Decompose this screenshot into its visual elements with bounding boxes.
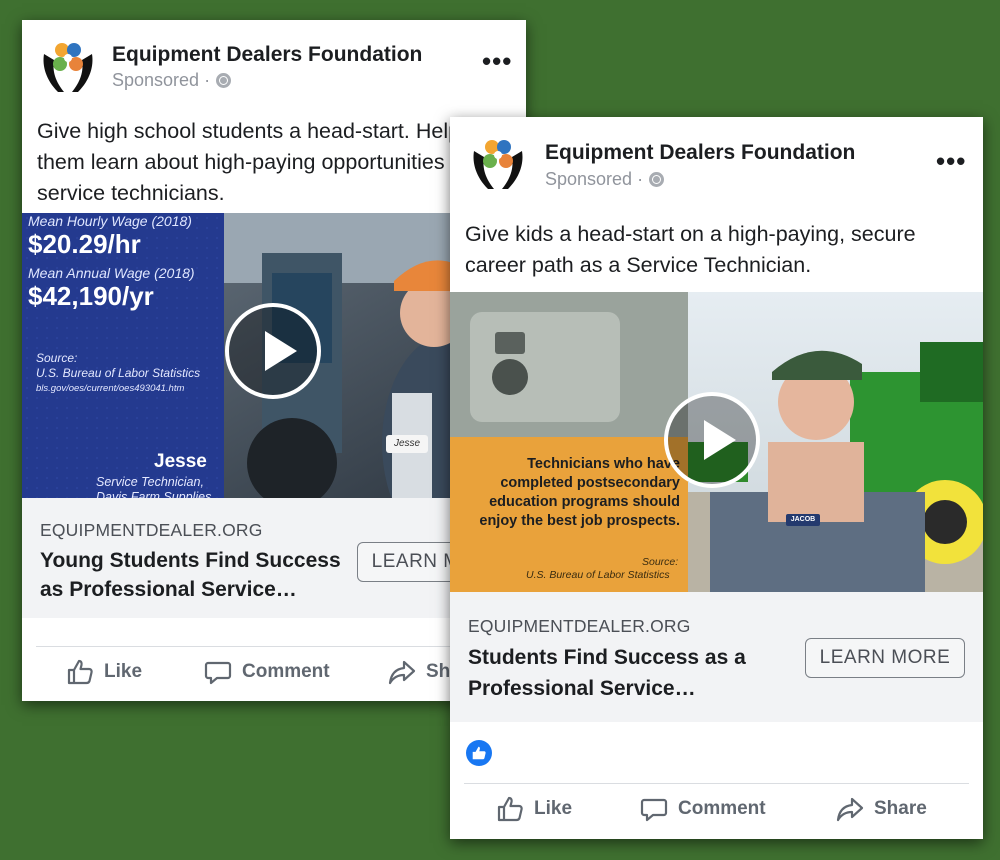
info-text: Technicians who have completed postsecon… bbox=[479, 456, 680, 529]
name-tag: JACOB bbox=[786, 514, 820, 526]
action-divider bbox=[464, 783, 969, 784]
thumbs-up-icon bbox=[496, 795, 524, 823]
page-name-link[interactable]: Equipment Dealers Foundation bbox=[545, 141, 855, 165]
source-name: U.S. Bureau of Labor Statistics bbox=[526, 569, 670, 581]
action-divider bbox=[36, 646, 512, 647]
link-headline[interactable]: Students Find Success as a Professional … bbox=[468, 642, 788, 704]
more-options-icon[interactable]: ••• bbox=[482, 48, 512, 74]
like-reaction-icon[interactable] bbox=[466, 740, 492, 766]
post-text: Give kids a head-start on a high-paying,… bbox=[465, 222, 916, 277]
link-headline[interactable]: Young Students Find Success as Professio… bbox=[40, 546, 350, 604]
play-icon[interactable] bbox=[225, 303, 321, 399]
sponsored-label: Sponsored · bbox=[112, 70, 232, 91]
comment-label: Comment bbox=[242, 661, 330, 682]
like-button[interactable]: Like bbox=[66, 658, 142, 686]
sponsored-text: Sponsored · bbox=[112, 70, 211, 90]
hourly-wage-value: $20.29/hr bbox=[28, 229, 141, 259]
hands-gears-logo-icon[interactable] bbox=[468, 133, 528, 193]
ad-card-2: Equipment Dealers Foundation Sponsored ·… bbox=[450, 117, 983, 839]
video-thumbnail[interactable]: Technicians who have completed postsecon… bbox=[450, 292, 983, 592]
globe-icon bbox=[216, 73, 232, 88]
annual-wage-label: Mean Annual Wage (2018) bbox=[28, 265, 195, 281]
page-name-link[interactable]: Equipment Dealers Foundation bbox=[112, 43, 422, 67]
source-url: bls.gov/oes/current/oes493041.htm bbox=[36, 383, 185, 394]
annual-wage-value: $42,190/yr bbox=[28, 281, 154, 311]
like-button[interactable]: Like bbox=[496, 795, 572, 823]
sponsored-text: Sponsored · bbox=[545, 169, 644, 189]
link-preview[interactable]: EQUIPMENTDEALER.ORG Students Find Succes… bbox=[450, 592, 983, 722]
comment-button[interactable]: Comment bbox=[640, 795, 766, 823]
thumbs-up-icon bbox=[66, 658, 94, 686]
link-domain: EQUIPMENTDEALER.ORG bbox=[40, 520, 263, 540]
source-name: U.S. Bureau of Labor Statistics bbox=[36, 366, 201, 380]
hourly-wage-label: Mean Hourly Wage (2018) bbox=[28, 213, 192, 229]
like-label: Like bbox=[104, 661, 143, 682]
person-name: Jesse bbox=[154, 451, 207, 472]
globe-icon bbox=[649, 172, 665, 187]
share-button[interactable]: Share bbox=[836, 795, 927, 823]
comment-icon bbox=[640, 795, 668, 823]
name-tag: Jesse bbox=[386, 435, 428, 453]
post-text: Give high school students a head-start. … bbox=[37, 119, 474, 205]
hands-gears-logo-icon[interactable] bbox=[38, 36, 98, 96]
person-title: Service Technician, bbox=[96, 475, 204, 489]
share-icon bbox=[836, 795, 864, 823]
more-options-icon[interactable]: ••• bbox=[936, 148, 966, 174]
play-icon[interactable] bbox=[664, 392, 760, 488]
learn-more-button[interactable]: LEARN MORE bbox=[805, 638, 965, 678]
like-label: Like bbox=[534, 798, 573, 819]
share-label: Share bbox=[874, 798, 927, 819]
comment-label: Comment bbox=[678, 798, 766, 819]
share-icon bbox=[388, 658, 416, 686]
link-domain: EQUIPMENTDEALER.ORG bbox=[468, 616, 691, 636]
person-employer: Davis Farm Supplies bbox=[96, 490, 212, 498]
source-label: Source: bbox=[642, 556, 679, 568]
comment-button[interactable]: Comment bbox=[204, 658, 330, 686]
source-label: Source: bbox=[36, 351, 78, 365]
comment-icon bbox=[204, 658, 232, 686]
sponsored-label: Sponsored · bbox=[545, 169, 665, 190]
